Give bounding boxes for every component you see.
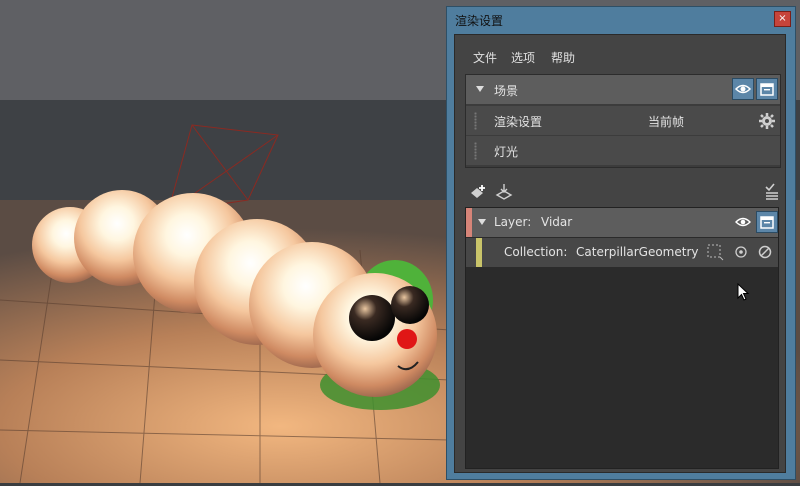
selection-icon[interactable] bbox=[706, 243, 724, 261]
scene-header[interactable]: 场景 bbox=[466, 75, 780, 104]
render-settings-value: 当前帧 bbox=[648, 115, 685, 129]
scene-label: 场景 bbox=[494, 84, 519, 98]
window-client: 文件 选项 帮助 场景 渲染设置 当前帧 灯光 Layer: Vidar Col… bbox=[454, 34, 786, 473]
lights-row[interactable]: 灯光 bbox=[466, 136, 780, 165]
menubar: 文件 选项 帮助 bbox=[455, 35, 785, 73]
right-eye bbox=[391, 286, 429, 324]
gear-icon[interactable] bbox=[758, 112, 776, 130]
eye-icon bbox=[734, 84, 752, 94]
scene-renderable-button[interactable] bbox=[756, 78, 778, 100]
left-eye bbox=[349, 295, 395, 341]
disable-icon[interactable] bbox=[756, 243, 774, 261]
layer-name: Vidar bbox=[541, 215, 573, 229]
collapse-triangle-icon[interactable] bbox=[476, 86, 484, 92]
cursor-icon bbox=[737, 283, 750, 301]
checklist-icon[interactable] bbox=[763, 183, 781, 201]
lights-label: 灯光 bbox=[494, 145, 519, 159]
render-settings-row[interactable]: 渲染设置 当前帧 bbox=[466, 106, 780, 135]
collection-name: CaterpillarGeometry bbox=[576, 245, 699, 259]
drag-grip-icon[interactable] bbox=[474, 112, 477, 130]
import-layer-icon[interactable] bbox=[495, 183, 513, 201]
menu-options[interactable]: 选项 bbox=[511, 49, 535, 66]
scene-visibility-button[interactable] bbox=[732, 78, 754, 100]
close-button[interactable]: × bbox=[774, 11, 791, 27]
menu-file[interactable]: 文件 bbox=[473, 49, 497, 66]
render-setup-window: 渲染设置 × 文件 选项 帮助 场景 渲染设置 当前帧 灯光 Layer: Vi… bbox=[446, 6, 796, 480]
add-layer-icon[interactable] bbox=[469, 183, 487, 201]
layer-toolbar bbox=[455, 179, 785, 205]
collection-color-marker bbox=[476, 238, 482, 267]
drag-grip-icon[interactable] bbox=[474, 142, 477, 160]
eye-icon[interactable] bbox=[734, 213, 752, 231]
layer-list[interactable]: Layer: Vidar Collection: CaterpillarGeom… bbox=[465, 207, 779, 469]
render-settings-label: 渲染设置 bbox=[494, 115, 543, 129]
layer-row[interactable]: Layer: Vidar bbox=[466, 208, 778, 237]
scene-section: 场景 渲染设置 当前帧 灯光 bbox=[465, 74, 781, 168]
clapboard-icon bbox=[760, 83, 774, 96]
close-icon: × bbox=[778, 13, 787, 24]
collection-prefix: Collection: bbox=[504, 245, 568, 259]
layer-color-marker bbox=[466, 208, 472, 237]
layer-collapse-icon[interactable] bbox=[478, 219, 486, 225]
menu-help[interactable]: 帮助 bbox=[551, 49, 575, 66]
window-title: 渲染设置 bbox=[455, 14, 504, 28]
clapboard-icon bbox=[760, 216, 774, 229]
collection-row[interactable]: Collection: CaterpillarGeometry bbox=[466, 238, 778, 267]
layer-renderable-button[interactable] bbox=[756, 211, 778, 233]
isolate-icon[interactable] bbox=[732, 243, 750, 261]
layer-prefix: Layer: bbox=[494, 215, 532, 229]
titlebar[interactable]: 渲染设置 × bbox=[447, 7, 795, 32]
nose bbox=[397, 329, 417, 349]
